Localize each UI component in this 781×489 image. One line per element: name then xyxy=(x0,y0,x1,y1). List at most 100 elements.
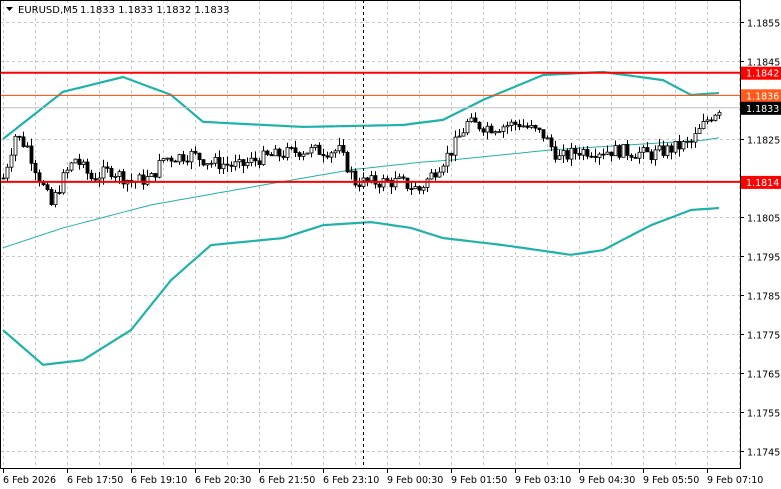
candle-bull xyxy=(165,157,170,160)
candle-bull xyxy=(97,177,102,181)
candle-bear xyxy=(85,161,90,174)
candle-bull xyxy=(505,125,510,128)
x-tick-label: 9 Feb 01:50 xyxy=(451,475,507,486)
plot-border xyxy=(0,0,741,469)
y-tick-label: 1.1755 xyxy=(747,409,780,420)
candle-bull xyxy=(453,136,458,156)
candle-bear xyxy=(317,144,322,155)
candle-bear xyxy=(449,152,454,156)
candle-bear xyxy=(57,192,62,194)
candle-bear xyxy=(269,154,274,157)
candle-bear xyxy=(593,155,598,158)
candle-bear xyxy=(525,125,530,128)
candle-bull xyxy=(113,176,118,178)
y-tick-label: 1.1745 xyxy=(747,448,780,459)
candle-bear xyxy=(197,152,202,161)
candle-bear xyxy=(629,155,634,158)
candle-bull xyxy=(117,171,122,177)
candle-bear xyxy=(573,147,578,154)
candle-bull xyxy=(69,162,74,171)
candle-bull xyxy=(613,145,618,157)
candle-bear xyxy=(709,119,714,122)
candle-bull xyxy=(161,158,166,161)
candle-bear xyxy=(109,167,114,178)
ohlc-label: 1.1833 1.1833 1.1832 1.1833 xyxy=(80,5,230,16)
candle-bear xyxy=(33,162,38,174)
candle-bull xyxy=(429,172,434,180)
candle-bull xyxy=(545,137,550,140)
candle-bear xyxy=(357,184,362,187)
candle-bear xyxy=(89,172,94,180)
candle-bear xyxy=(377,183,382,188)
candle-bull xyxy=(313,144,318,148)
candle-bull xyxy=(501,126,506,132)
candle-bear xyxy=(257,160,262,166)
candle-bear xyxy=(677,141,682,150)
candle-bear xyxy=(173,160,178,163)
candle-bear xyxy=(365,177,370,182)
candle-bull xyxy=(397,176,402,179)
candle-bull xyxy=(65,169,70,174)
x-tick-label: 9 Feb 03:10 xyxy=(515,475,571,486)
candle-bull xyxy=(209,162,214,165)
candle-bear xyxy=(537,127,542,131)
candle-bear xyxy=(265,150,270,155)
candle-bull xyxy=(333,150,338,154)
candle-bear xyxy=(1,177,6,180)
candle-bull xyxy=(697,128,702,135)
candle-bull xyxy=(469,117,474,123)
level-label-1.1836: 1.1836 xyxy=(746,91,779,102)
candle-bull xyxy=(437,171,442,178)
time-axis[interactable]: 6 Feb 2026 6 Feb 17:50 6 Feb 19:10 6 Feb 20… xyxy=(3,468,763,486)
candle-bear xyxy=(217,157,222,170)
candle-bull xyxy=(221,163,226,170)
candle-bull xyxy=(101,166,106,179)
candle-bull xyxy=(685,140,690,143)
candle-bull xyxy=(273,148,278,157)
y-tick-label: 1.1805 xyxy=(747,214,780,225)
candle-bear xyxy=(405,177,410,189)
candle-bear xyxy=(617,145,622,158)
candle-bull xyxy=(337,145,342,152)
candle-bear xyxy=(45,184,50,190)
candle-bear xyxy=(241,159,246,166)
candle-bear xyxy=(633,156,638,159)
candle-bear xyxy=(281,155,286,158)
x-tick-label: 6 Feb 20:30 xyxy=(195,475,251,486)
candle-bull xyxy=(637,151,642,159)
candle-bull xyxy=(245,162,250,166)
candle-bull xyxy=(441,165,446,173)
candle-bull xyxy=(309,147,314,154)
candle-bull xyxy=(177,154,182,163)
candle-bull xyxy=(369,175,374,182)
candle-bear xyxy=(669,145,674,153)
candle-bear xyxy=(517,124,522,128)
candle-bear xyxy=(577,153,582,156)
candle-bull xyxy=(261,150,266,166)
candle-bull xyxy=(413,186,418,190)
candle-bear xyxy=(229,164,234,167)
candle-bear xyxy=(37,172,42,183)
candle-bear xyxy=(253,157,258,162)
candle-bear xyxy=(513,121,518,125)
candle-bear xyxy=(417,186,422,191)
price-chart[interactable]: 1.18551.18451.18251.18051.17951.17851.17… xyxy=(0,0,781,489)
x-tick-label: 9 Feb 00:30 xyxy=(387,475,443,486)
candle-bear xyxy=(193,150,198,154)
x-tick-label: 6 Feb 23:10 xyxy=(323,475,379,486)
candle-bull xyxy=(457,135,462,138)
candle-bear xyxy=(601,153,606,156)
candle-bear xyxy=(477,121,482,130)
x-tick-label: 6 Feb 21:50 xyxy=(259,475,315,486)
candle-bear xyxy=(661,145,666,156)
triangle-down-icon[interactable] xyxy=(6,7,13,11)
candle-bear xyxy=(409,188,414,190)
price-axis[interactable]: 1.18551.18451.18251.18051.17951.17851.17… xyxy=(740,19,781,459)
x-tick-label: 9 Feb 05:50 xyxy=(643,475,699,486)
candle-bull xyxy=(597,153,602,158)
grid xyxy=(0,0,740,468)
y-tick-label: 1.1825 xyxy=(747,136,780,147)
candle-bear xyxy=(649,151,654,161)
candle-bear xyxy=(689,140,694,143)
candle-bull xyxy=(657,145,662,151)
